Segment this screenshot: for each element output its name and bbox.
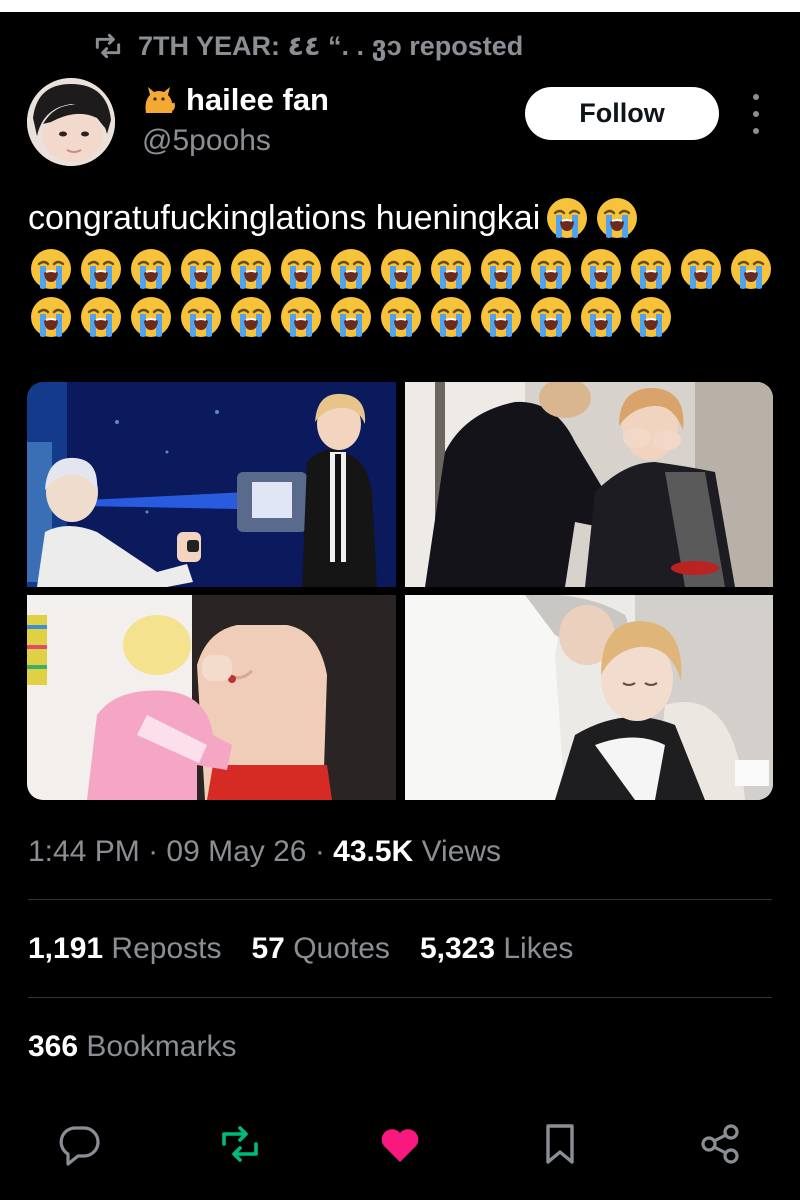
- tweet-body: congratufuckinglations hueningkai: [28, 199, 541, 237]
- meta-separator: ·: [314, 835, 334, 868]
- loudly-crying-face-emoji: [231, 249, 271, 289]
- tweet-text: congratufuckinglations hueningkai: [28, 192, 788, 340]
- loudly-crying-face-emoji: [281, 297, 321, 337]
- divider: [28, 899, 772, 900]
- loudly-crying-face-emoji: [531, 249, 571, 289]
- action-bar: [0, 1120, 800, 1180]
- share-icon[interactable]: [696, 1120, 744, 1168]
- reply-icon[interactable]: [56, 1120, 104, 1168]
- engagement-stats: 1,191 Reposts 57 Quotes 5,323 Likes: [28, 932, 573, 966]
- cat-emoji: [145, 87, 175, 113]
- repost-icon: [95, 33, 121, 59]
- author-name-row[interactable]: hailee fan: [142, 82, 329, 118]
- loudly-crying-face-emoji: [131, 297, 171, 337]
- loudly-crying-face-emoji: [581, 249, 621, 289]
- loudly-crying-face-emoji: [681, 249, 721, 289]
- media-image[interactable]: [405, 595, 773, 800]
- photo-image: [27, 595, 396, 800]
- loudly-crying-face-emoji: [281, 249, 321, 289]
- reposts-stat[interactable]: 1,191 Reposts: [28, 932, 221, 966]
- loudly-crying-face-emoji: [31, 297, 71, 337]
- likes-stat[interactable]: 5,323 Likes: [420, 932, 573, 966]
- avatar-image: [27, 78, 115, 166]
- loudly-crying-face-emoji: [331, 297, 371, 337]
- media-grid: [27, 382, 773, 800]
- loudly-crying-face-emoji: [431, 249, 471, 289]
- loudly-crying-face-emoji: [481, 297, 521, 337]
- photo-image: [405, 595, 773, 800]
- loudly-crying-face-emoji: [481, 249, 521, 289]
- tweet-date[interactable]: 09 May 26: [166, 835, 306, 868]
- photo-image: [405, 382, 773, 587]
- loudly-crying-face-emoji: [381, 249, 421, 289]
- divider: [28, 997, 772, 998]
- avatar[interactable]: [27, 78, 115, 166]
- loudly-crying-face-emoji: [231, 297, 271, 337]
- loudly-crying-face-emoji: [131, 249, 171, 289]
- loudly-crying-face-emoji: [531, 297, 571, 337]
- loudly-crying-face-emoji: [547, 198, 588, 238]
- repost-text: 7TH YEAR: ٤٤ “. . ვɔ reposted: [138, 30, 524, 61]
- meta-separator: ·: [148, 835, 167, 868]
- media-image[interactable]: [27, 382, 396, 587]
- loudly-crying-face-emoji: [581, 297, 621, 337]
- photo-image: [27, 382, 396, 587]
- views-label: Views: [421, 835, 502, 868]
- tweet-meta: 1:44 PM · 09 May 26 · 43.5K Views: [28, 835, 501, 869]
- loudly-crying-face-emoji: [631, 297, 671, 337]
- repost-context[interactable]: 7TH YEAR: ٤٤ “. . ვɔ reposted: [92, 26, 523, 66]
- loudly-crying-face-emoji: [81, 249, 121, 289]
- bookmark-icon[interactable]: [536, 1120, 584, 1168]
- repost-icon[interactable]: [216, 1120, 264, 1168]
- loudly-crying-face-emoji: [331, 249, 371, 289]
- loudly-crying-face-emoji: [181, 297, 221, 337]
- bookmarks-stat[interactable]: 366 Bookmarks: [28, 1030, 236, 1064]
- loudly-crying-face-emoji: [631, 249, 671, 289]
- status-bar-strip: [0, 0, 800, 12]
- follow-button[interactable]: Follow: [525, 87, 719, 140]
- media-image[interactable]: [405, 382, 773, 587]
- loudly-crying-face-emoji: [81, 297, 121, 337]
- loudly-crying-face-emoji: [381, 297, 421, 337]
- loudly-crying-face-emoji: [431, 297, 471, 337]
- author-handle[interactable]: @5poohs: [142, 124, 271, 158]
- loudly-crying-face-emoji: [31, 249, 71, 289]
- more-options-icon[interactable]: [746, 94, 766, 134]
- loudly-crying-face-emoji: [181, 249, 221, 289]
- loudly-crying-face-emoji: [731, 249, 771, 289]
- tweet-time[interactable]: 1:44 PM: [28, 835, 140, 868]
- like-icon[interactable]: [376, 1120, 424, 1168]
- views-count: 43.5K: [333, 835, 414, 868]
- media-image[interactable]: [27, 595, 396, 800]
- loudly-crying-face-emoji: [597, 198, 638, 238]
- author-name: hailee fan: [186, 82, 329, 117]
- quotes-stat[interactable]: 57 Quotes: [251, 932, 389, 966]
